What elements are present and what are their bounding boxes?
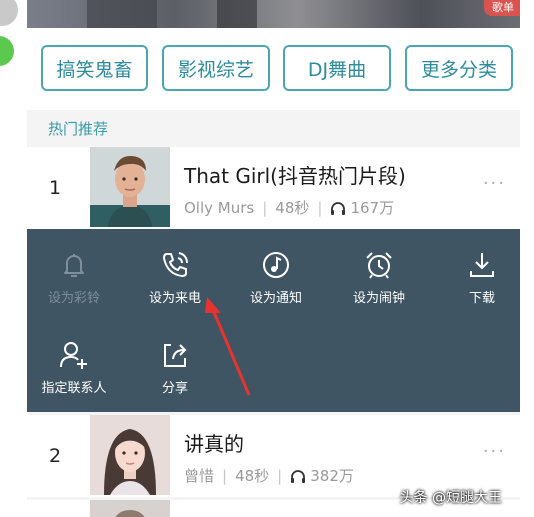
banner-image-part xyxy=(217,0,257,28)
watermark: 头条 @短腿大王 xyxy=(399,490,502,506)
song-meta: Olly Murs | 48秒 | 167万 xyxy=(184,199,395,217)
floating-grey-bubble xyxy=(0,0,18,26)
song-rank: 2 xyxy=(49,445,62,467)
annotation-arrow xyxy=(205,297,251,396)
set-alarm-button[interactable]: 设为闹钟 xyxy=(334,249,424,306)
share-icon xyxy=(164,344,187,367)
album-cover xyxy=(90,500,170,517)
play-count: 167万 xyxy=(350,199,395,217)
playlist-tag: 歌单 xyxy=(484,0,520,16)
action-label: 指定联系人 xyxy=(41,381,107,396)
music-note-icon xyxy=(263,252,289,278)
download-icon xyxy=(470,253,494,277)
song-artist: 曾惜 xyxy=(184,467,215,485)
album-cover xyxy=(90,415,170,495)
ringtone-app: 歌单 搞笑鬼畜 影视综艺 DJ舞曲 更多分类 热门推荐 1 That Girl(… xyxy=(27,0,520,517)
play-count: 382万 xyxy=(310,467,354,485)
action-label: 设为彩铃 xyxy=(47,291,100,306)
more-options-icon[interactable]: ··· xyxy=(483,441,506,462)
album-cover xyxy=(90,147,170,227)
alarm-clock-icon xyxy=(366,252,392,279)
song-artist: Olly Murs xyxy=(184,199,255,217)
page-edge-right xyxy=(520,0,534,517)
action-label: 下载 xyxy=(468,291,495,306)
banner-image-part xyxy=(87,0,157,28)
song-meta: 曾惜 | 48秒 | 382万 xyxy=(184,467,354,485)
headphones-icon xyxy=(291,470,306,483)
song-title: That Girl(抖音热门片段) xyxy=(184,164,406,188)
category-funny[interactable]: 搞笑鬼畜 xyxy=(41,45,148,91)
action-label: 分享 xyxy=(161,381,188,396)
add-contact-icon xyxy=(60,342,87,369)
category-film-variety[interactable]: 影视综艺 xyxy=(162,45,270,91)
song-duration: 48秒 xyxy=(235,467,270,485)
action-label: 设为来电 xyxy=(148,291,201,306)
category-more[interactable]: 更多分类 xyxy=(405,45,513,91)
action-label: 设为闹钟 xyxy=(352,291,405,306)
assign-contact-button[interactable]: 指定联系人 xyxy=(29,339,119,396)
action-label: 设为通知 xyxy=(249,291,302,306)
set-ringback-button[interactable]: 设为彩铃 xyxy=(29,249,119,306)
bell-icon xyxy=(64,254,84,277)
headphones-icon xyxy=(331,202,346,215)
top-banner[interactable]: 歌单 xyxy=(27,0,520,28)
song-action-panel: 设为彩铃 设为来电 设为通知 设为闹钟 下载 指定联系人 分享 xyxy=(27,229,520,412)
song-row[interactable]: 1 That Girl(抖音热门片段) Olly Murs | 48秒 | 167万 ·… xyxy=(27,147,520,229)
download-button[interactable]: 下载 xyxy=(437,249,520,306)
floating-green-bubble xyxy=(0,36,14,66)
phone-ring-icon xyxy=(163,252,188,277)
song-duration: 48秒 xyxy=(275,199,310,217)
song-rank: 1 xyxy=(49,177,62,199)
category-dj-dance[interactable]: DJ舞曲 xyxy=(283,45,391,91)
more-options-icon[interactable]: ··· xyxy=(483,173,506,194)
section-title: 热门推荐 xyxy=(48,120,109,138)
page-edge-left xyxy=(0,0,27,517)
song-row[interactable]: 2 讲真的 曾惜 | 48秒 | 382万 ··· xyxy=(27,415,520,497)
song-title: 讲真的 xyxy=(184,432,244,456)
category-bar: 搞笑鬼畜 影视综艺 DJ舞曲 更多分类 xyxy=(27,28,520,110)
